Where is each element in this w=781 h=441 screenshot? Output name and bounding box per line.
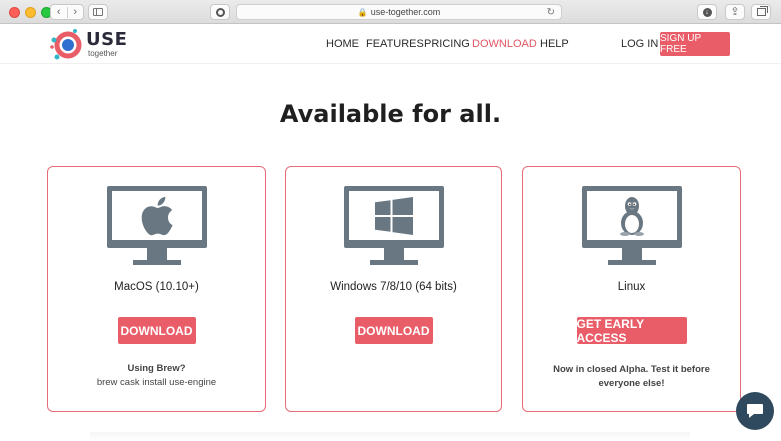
login-link[interactable]: LOG IN — [621, 38, 658, 50]
download-windows-button[interactable]: DOWNLOAD — [354, 317, 433, 344]
monitor-illustration — [106, 186, 207, 268]
chat-icon — [747, 404, 763, 418]
download-card-macos: MacOS (10.10+) DOWNLOAD Using Brew? brew… — [47, 166, 266, 412]
back-icon[interactable]: ‹ — [51, 6, 68, 18]
brew-note-title: Using Brew? — [127, 363, 186, 374]
logo-subtext: together — [88, 49, 118, 58]
address-bar[interactable]: 🔒 use-together.com ↻ — [236, 4, 562, 20]
download-card-windows: Windows 7/8/10 (64 bits) DOWNLOAD — [285, 166, 502, 412]
linux-alpha-note: Now in closed Alpha. Test it before ever… — [553, 364, 710, 389]
download-macos-button[interactable]: DOWNLOAD — [117, 317, 196, 344]
signup-button[interactable]: SIGN UP FREE — [660, 32, 730, 56]
section-divider — [90, 432, 690, 441]
download-card-linux: Linux GET EARLY ACCESS Now in closed Alp… — [522, 166, 741, 412]
logo[interactable]: USE together — [48, 27, 128, 63]
os-name-linux: Linux — [617, 281, 646, 293]
logo-mark-icon — [50, 29, 82, 60]
history-navigation: ‹ › — [50, 4, 84, 20]
monitor-illustration — [581, 186, 682, 268]
get-early-access-button[interactable]: GET EARLY ACCESS — [576, 317, 687, 345]
download-arrow-icon: ↓ — [702, 7, 712, 17]
chat-widget-button[interactable] — [736, 392, 774, 430]
minimize-window-button[interactable] — [25, 7, 36, 18]
logo-text: USE — [86, 29, 128, 50]
url-text: use-together.com — [370, 7, 441, 17]
os-name-windows: Windows 7/8/10 (64 bits) — [330, 281, 457, 293]
nav-help[interactable]: HELP — [540, 38, 569, 50]
nav-download[interactable]: DOWNLOAD — [472, 38, 537, 50]
brew-command: brew cask install use-engine — [96, 377, 217, 388]
close-window-button[interactable] — [9, 7, 20, 18]
site-header: USE together HOME FEATURES PRICING DOWNL… — [0, 24, 781, 64]
lock-icon: 🔒 — [357, 7, 368, 17]
reader-button[interactable] — [210, 4, 230, 20]
nav-pricing[interactable]: PRICING — [424, 38, 470, 50]
sidebar-toggle-button[interactable] — [88, 4, 108, 20]
windows-icon — [374, 196, 413, 235]
tux-icon — [619, 196, 644, 236]
monitor-illustration — [343, 186, 444, 268]
sidebar-icon — [93, 8, 103, 16]
apple-icon — [141, 196, 172, 235]
nav-features[interactable]: FEATURES — [366, 38, 424, 50]
extension-icon — [215, 7, 225, 17]
reload-icon[interactable]: ↻ — [547, 7, 555, 18]
downloads-button[interactable]: ↓ — [697, 4, 717, 20]
show-tabs-button[interactable] — [751, 4, 771, 20]
nav-home[interactable]: HOME — [326, 38, 359, 50]
os-name-macos: MacOS (10.10+) — [114, 281, 199, 293]
page-title: Available for all. — [279, 100, 502, 128]
browser-toolbar: ‹ › 🔒 use-together.com ↻ ↓ ⇪ — [0, 0, 781, 24]
forward-icon[interactable]: › — [68, 6, 84, 18]
tabs-icon — [756, 6, 768, 16]
share-button[interactable]: ⇪ — [725, 4, 745, 20]
share-icon: ⇪ — [730, 5, 740, 18]
